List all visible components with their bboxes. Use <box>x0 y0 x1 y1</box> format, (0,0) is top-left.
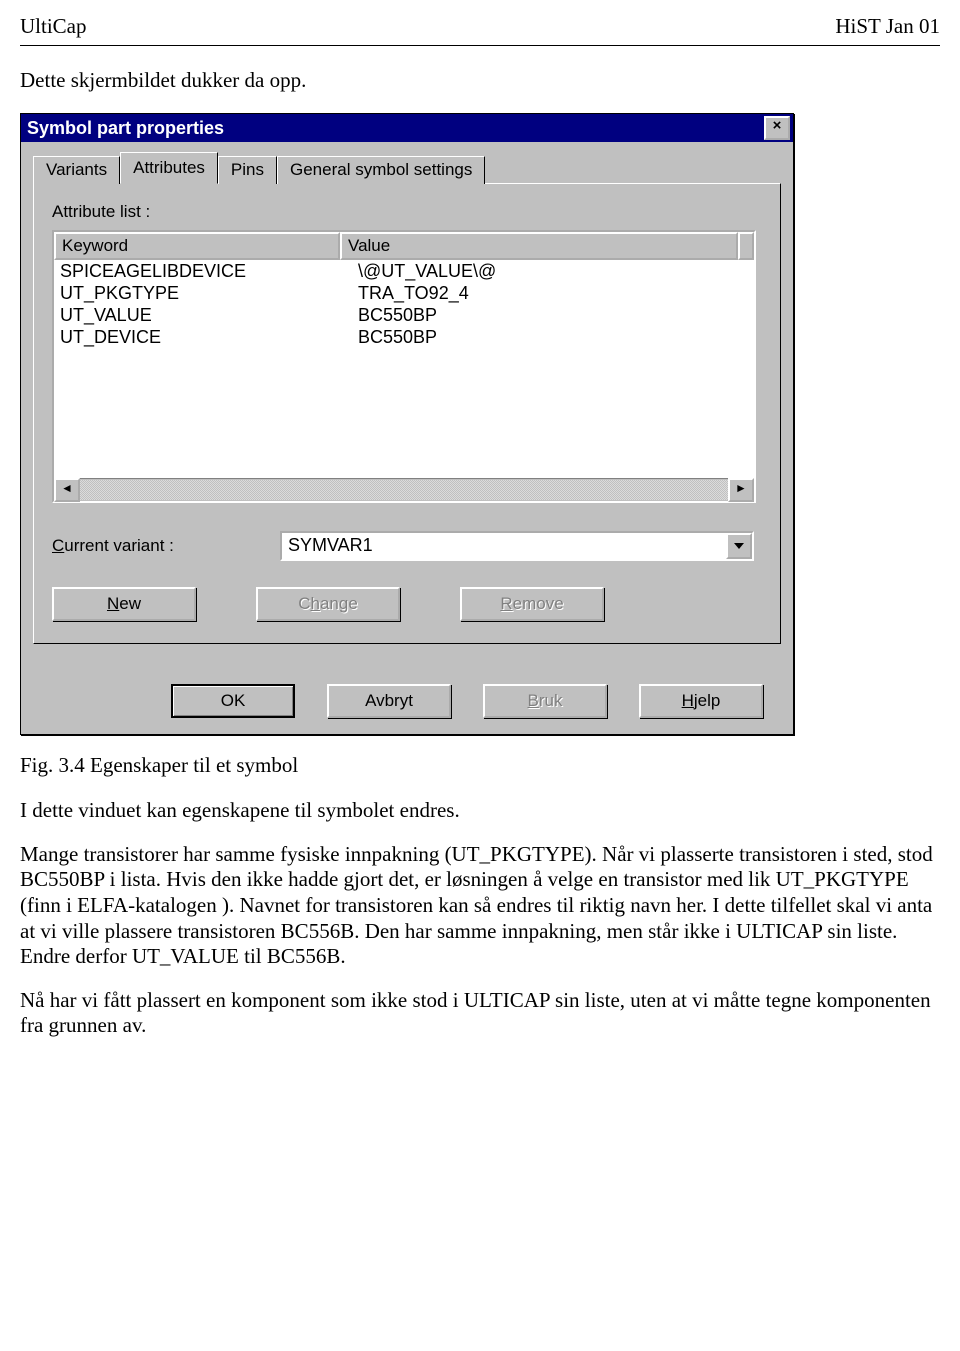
new-button[interactable]: New <box>52 587 196 621</box>
tab-attributes[interactable]: Attributes <box>120 152 218 184</box>
paragraph-3: Nå har vi fått plassert en komponent som… <box>20 988 940 1039</box>
cell-keyword: UT_PKGTYPE <box>54 282 352 304</box>
paragraph-1: I dette vinduet kan egenskapene til symb… <box>20 798 940 824</box>
cell-keyword: SPICEAGELIBDEVICE <box>54 260 352 282</box>
dialog-title: Symbol part properties <box>27 118 224 139</box>
table-row[interactable]: UT_PKGTYPE TRA_TO92_4 <box>54 282 754 304</box>
scroll-left-button[interactable]: ◄ <box>54 478 80 502</box>
tab-general[interactable]: General symbol settings <box>277 156 485 184</box>
tab-pins[interactable]: Pins <box>218 156 277 184</box>
figure-caption: Fig. 3.4 Egenskaper til et symbol <box>20 753 940 778</box>
chevron-down-icon <box>734 543 744 549</box>
cell-keyword: UT_DEVICE <box>54 326 352 348</box>
remove-button[interactable]: Remove <box>460 587 604 621</box>
attribute-list-header: Keyword Value <box>54 232 754 260</box>
cell-value: BC550BP <box>352 304 754 326</box>
close-button[interactable]: × <box>764 116 790 140</box>
column-header-spacer <box>738 232 754 260</box>
tab-variants[interactable]: Variants <box>33 156 120 184</box>
table-row[interactable]: SPICEAGELIBDEVICE \@UT_VALUE\@ <box>54 260 754 282</box>
cell-value: TRA_TO92_4 <box>352 282 754 304</box>
dialog-titlebar[interactable]: Symbol part properties × <box>21 114 793 142</box>
close-icon: × <box>773 117 782 134</box>
paragraph-2: Mange transistorer har samme fysiske inn… <box>20 842 940 970</box>
bruk-button[interactable]: Bruk <box>483 684 607 718</box>
doc-header-left: UltiCap <box>20 14 87 39</box>
scroll-track[interactable] <box>80 480 728 500</box>
cell-value: \@UT_VALUE\@ <box>352 260 754 282</box>
symbol-part-properties-dialog: Symbol part properties × Variants Attrib… <box>20 113 794 735</box>
table-row[interactable]: UT_DEVICE BC550BP <box>54 326 754 348</box>
column-header-keyword[interactable]: Keyword <box>54 232 340 260</box>
cell-value: BC550BP <box>352 326 754 348</box>
current-variant-value: SYMVAR1 <box>282 533 726 559</box>
doc-header-right: HiST Jan 01 <box>835 14 940 39</box>
change-button[interactable]: Change <box>256 587 400 621</box>
hjelp-button[interactable]: Hjelp <box>639 684 763 718</box>
attribute-list-body[interactable]: SPICEAGELIBDEVICE \@UT_VALUE\@ UT_PKGTYP… <box>54 260 754 478</box>
tab-panel-attributes: Attribute list : Keyword Value SPICEAGEL… <box>33 183 781 644</box>
avbryt-button[interactable]: Avbryt <box>327 684 451 718</box>
scroll-right-button[interactable]: ► <box>728 478 754 502</box>
attribute-list[interactable]: Keyword Value SPICEAGELIBDEVICE \@UT_VAL… <box>52 230 756 503</box>
attribute-list-label: Attribute list : <box>52 202 762 222</box>
arrow-left-icon: ◄ <box>61 481 73 495</box>
ok-button[interactable]: OK <box>171 684 295 718</box>
arrow-right-icon: ► <box>735 481 747 495</box>
current-variant-combo[interactable]: SYMVAR1 <box>280 531 754 561</box>
cell-keyword: UT_VALUE <box>54 304 352 326</box>
header-rule <box>20 45 940 46</box>
current-variant-label: Current variant : <box>52 536 280 556</box>
table-row[interactable]: UT_VALUE BC550BP <box>54 304 754 326</box>
intro-paragraph: Dette skjermbildet dukker da opp. <box>20 68 940 93</box>
horizontal-scrollbar[interactable]: ◄ ► <box>54 478 754 501</box>
tab-strip: Variants Attributes Pins General symbol … <box>33 152 781 184</box>
column-header-value[interactable]: Value <box>340 232 738 260</box>
combo-dropdown-button[interactable] <box>726 533 752 559</box>
